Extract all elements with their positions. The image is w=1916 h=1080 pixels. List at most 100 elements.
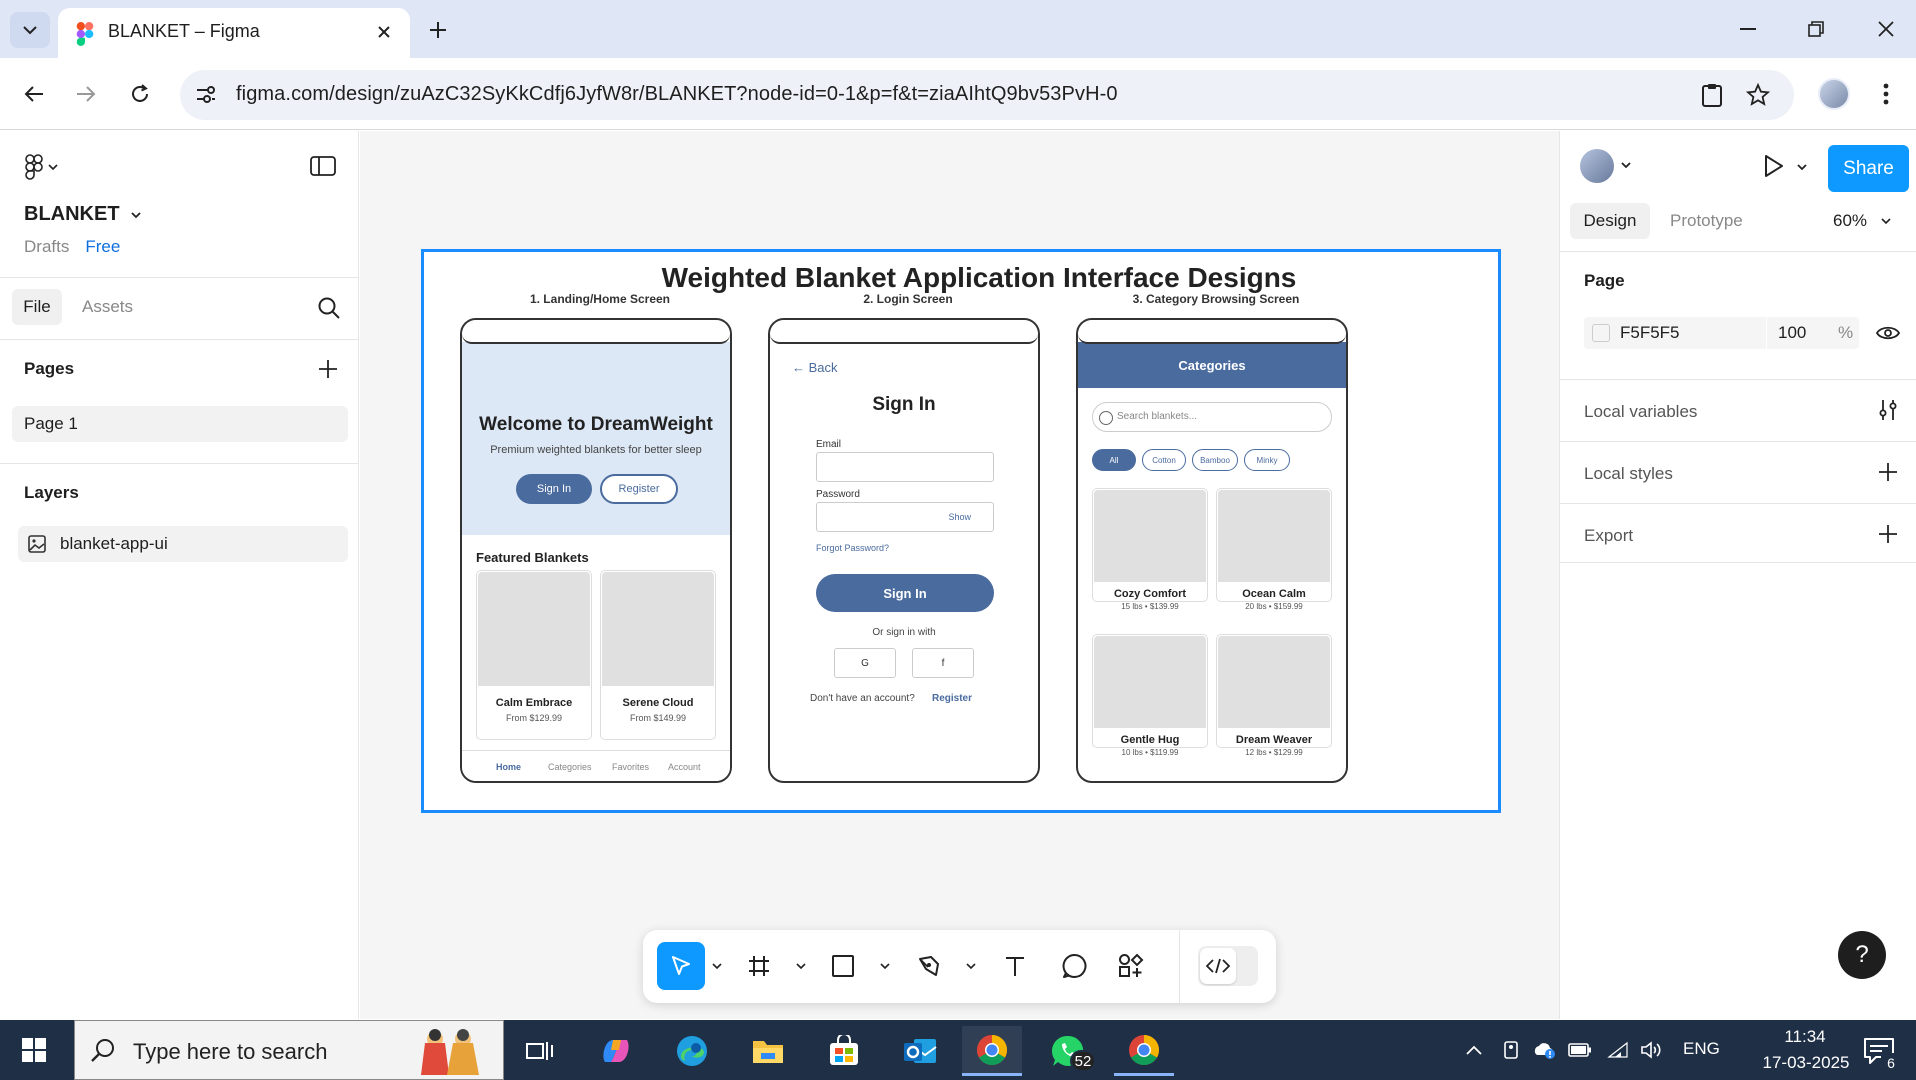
- play-icon[interactable]: [1760, 153, 1786, 179]
- frame-tool[interactable]: [739, 942, 779, 990]
- cursor-icon: [672, 956, 690, 975]
- local-variables-row[interactable]: Local variables: [1560, 379, 1916, 439]
- clipboard-icon[interactable]: [1698, 81, 1726, 109]
- back-button[interactable]: [16, 76, 52, 112]
- variables-icon[interactable]: [1876, 398, 1900, 422]
- plus-icon[interactable]: [1876, 460, 1900, 484]
- color-swatch[interactable]: [1592, 324, 1610, 342]
- tab-prototype[interactable]: Prototype: [1670, 211, 1743, 231]
- layers-panel: BLANKET Drafts Free File Assets Pages Pa…: [0, 131, 359, 1019]
- windows-start-icon[interactable]: [14, 1036, 54, 1064]
- product-card: Calm Embrace From $129.99: [476, 570, 592, 740]
- file-name-button[interactable]: BLANKET: [24, 203, 142, 226]
- pen-icon: [919, 956, 939, 976]
- export-row[interactable]: Export: [1560, 503, 1916, 563]
- comment-tool[interactable]: [1055, 942, 1095, 990]
- task-view-icon: [526, 1042, 553, 1060]
- copilot-app[interactable]: [586, 1026, 646, 1076]
- drafts-link[interactable]: Drafts: [24, 237, 69, 257]
- clock-time[interactable]: 11:34: [1760, 1027, 1850, 1047]
- minimize-button[interactable]: [1728, 12, 1768, 46]
- outlook-icon: [904, 1039, 937, 1063]
- camera-icon[interactable]: [1500, 1038, 1524, 1062]
- tab-close-button[interactable]: [372, 20, 396, 44]
- help-button[interactable]: ?: [1838, 931, 1886, 979]
- chevron-down-icon[interactable]: [1796, 161, 1808, 173]
- background-opacity-input[interactable]: 100: [1778, 323, 1806, 343]
- text-tool[interactable]: [995, 942, 1035, 990]
- task-view-button[interactable]: [510, 1026, 570, 1076]
- browser-tab[interactable]: BLANKET – Figma: [58, 8, 410, 58]
- add-page-icon[interactable]: [316, 357, 340, 381]
- canvas[interactable]: Weighted Blanket Application Interface D…: [360, 131, 1559, 1019]
- dev-mode-knob: [1200, 948, 1236, 984]
- whatsapp-app[interactable]: 52: [1038, 1026, 1098, 1076]
- edge-app[interactable]: [662, 1026, 722, 1076]
- address-bar[interactable]: figma.com/design/zuAzC32SyKkCdfj6JyfW8r/…: [180, 70, 1794, 120]
- profile-avatar[interactable]: [1818, 78, 1850, 110]
- notification-count-badge: 6: [1881, 1053, 1901, 1073]
- search-icon[interactable]: [316, 295, 342, 321]
- file-explorer-app[interactable]: [738, 1026, 798, 1076]
- share-button[interactable]: Share: [1828, 145, 1909, 192]
- forward-button[interactable]: [68, 76, 104, 112]
- close-window-button[interactable]: [1866, 12, 1906, 46]
- chevron-down-icon[interactable]: [711, 960, 723, 972]
- sidebar-icon: [310, 156, 336, 176]
- restore-button[interactable]: [1796, 12, 1836, 46]
- volume-icon[interactable]: [1640, 1038, 1664, 1062]
- chrome-profile-app[interactable]: [1114, 1026, 1174, 1076]
- chevron-down-icon[interactable]: [879, 960, 891, 972]
- chrome-app[interactable]: [962, 1026, 1022, 1076]
- taskbar-search-box[interactable]: Type here to search: [74, 1020, 504, 1080]
- site-info-icon[interactable]: [194, 83, 218, 107]
- actions-tool[interactable]: [1111, 942, 1151, 990]
- sidebar-toggle-button[interactable]: [308, 153, 338, 179]
- rectangle-tool[interactable]: [823, 942, 863, 990]
- design-frame[interactable]: Weighted Blanket Application Interface D…: [421, 249, 1501, 813]
- page-background-field[interactable]: F5F5F5 100 %: [1584, 317, 1859, 349]
- chevron-down-icon[interactable]: [965, 960, 977, 972]
- whatsapp-unread-badge: 52: [1070, 1050, 1096, 1072]
- input-language[interactable]: ENG: [1683, 1039, 1720, 1059]
- outlook-app[interactable]: [890, 1026, 950, 1076]
- onedrive-icon[interactable]: [1532, 1038, 1556, 1062]
- main-menu-button[interactable]: [24, 153, 68, 181]
- actions-icon: [1119, 953, 1144, 977]
- clock-date[interactable]: 17-03-2025: [1756, 1053, 1856, 1073]
- browser-menu-button[interactable]: [1874, 78, 1898, 110]
- minimize-icon: [1740, 28, 1756, 30]
- reload-button[interactable]: [122, 76, 158, 112]
- mock-back-link: ← Back: [792, 360, 838, 375]
- plan-badge[interactable]: Free: [85, 237, 120, 257]
- url-text[interactable]: figma.com/design/zuAzC32SyKkCdfj6JyfW8r/…: [236, 83, 1118, 106]
- new-tab-button[interactable]: [424, 16, 452, 44]
- chevron-down-icon[interactable]: [1620, 159, 1632, 171]
- product-name: Calm Embrace: [495, 697, 573, 709]
- mock-register-button: Register: [600, 474, 678, 504]
- eye-icon[interactable]: [1876, 321, 1900, 345]
- tab-search-button[interactable]: [10, 12, 50, 48]
- product-price: From $149.99: [629, 713, 687, 723]
- pen-tool[interactable]: [909, 942, 949, 990]
- dev-mode-toggle[interactable]: [1198, 946, 1258, 986]
- battery-icon[interactable]: [1568, 1038, 1592, 1062]
- move-tool[interactable]: [657, 942, 705, 990]
- zoom-dropdown[interactable]: 60%: [1833, 211, 1891, 231]
- layer-list-item[interactable]: blanket-app-ui: [18, 526, 348, 562]
- tab-file[interactable]: File: [12, 289, 62, 325]
- mock-signin-button: Sign In: [816, 574, 994, 612]
- microsoft-store-app[interactable]: [814, 1026, 874, 1076]
- tab-assets[interactable]: Assets: [82, 297, 133, 317]
- user-avatar[interactable]: [1580, 149, 1614, 183]
- page-list-item[interactable]: Page 1: [12, 406, 348, 442]
- background-hex-input[interactable]: F5F5F5: [1620, 323, 1680, 343]
- local-styles-row[interactable]: Local styles: [1560, 441, 1916, 501]
- chevron-down-icon[interactable]: [795, 960, 807, 972]
- bookmark-star-icon[interactable]: [1744, 81, 1772, 109]
- wifi-icon[interactable]: [1606, 1038, 1630, 1062]
- tray-overflow-chevron-up-icon[interactable]: [1462, 1038, 1486, 1062]
- plus-icon[interactable]: [1876, 522, 1900, 546]
- tab-design[interactable]: Design: [1570, 203, 1650, 239]
- password-label: Password: [816, 489, 860, 500]
